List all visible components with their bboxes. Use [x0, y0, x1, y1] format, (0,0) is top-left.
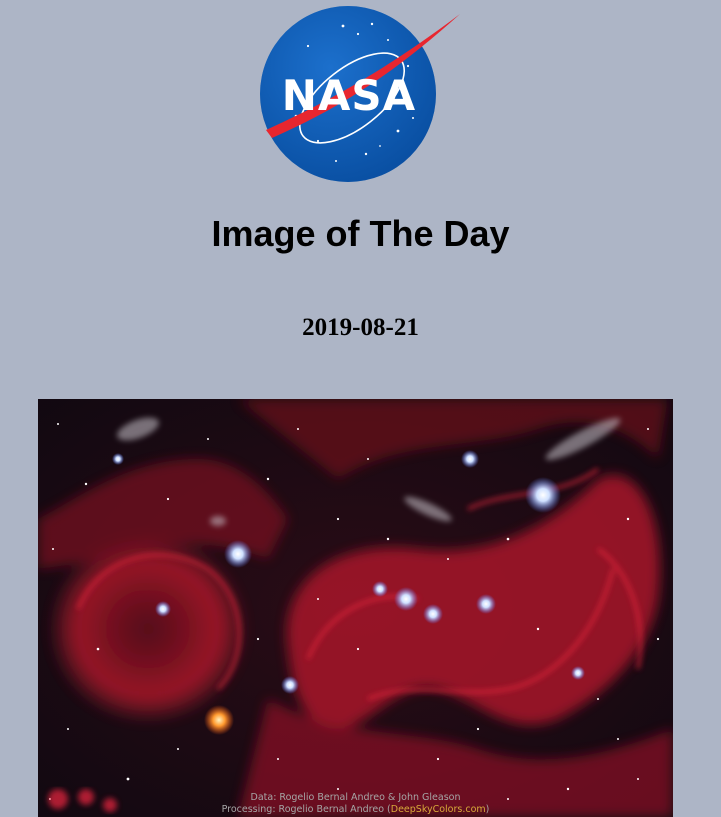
nasa-logo: NASA [248, 6, 464, 184]
nebula-image [38, 399, 673, 817]
nasa-logo-icon: NASA [260, 6, 460, 182]
credit-processing-prefix: Processing: Rogelio Bernal Andreo ( [221, 804, 391, 815]
nasa-logo-text: NASA [282, 71, 416, 120]
image-date: 2019-08-21 [302, 314, 419, 341]
credit-processing-suffix: ) [485, 804, 490, 815]
image-of-the-day: Data: Rogelio Bernal Andreo & John Gleas… [38, 399, 673, 817]
page-title: Image of The Day [211, 213, 510, 254]
image-credit-processing: Processing: Rogelio Bernal Andreo (DeepS… [38, 804, 673, 815]
credit-site-link[interactable]: DeepSkyColors.com [391, 804, 486, 815]
image-credit-data: Data: Rogelio Bernal Andreo & John Gleas… [250, 792, 461, 803]
page: NASA Image of The Day 2019-08-21 Data: R… [0, 0, 721, 817]
